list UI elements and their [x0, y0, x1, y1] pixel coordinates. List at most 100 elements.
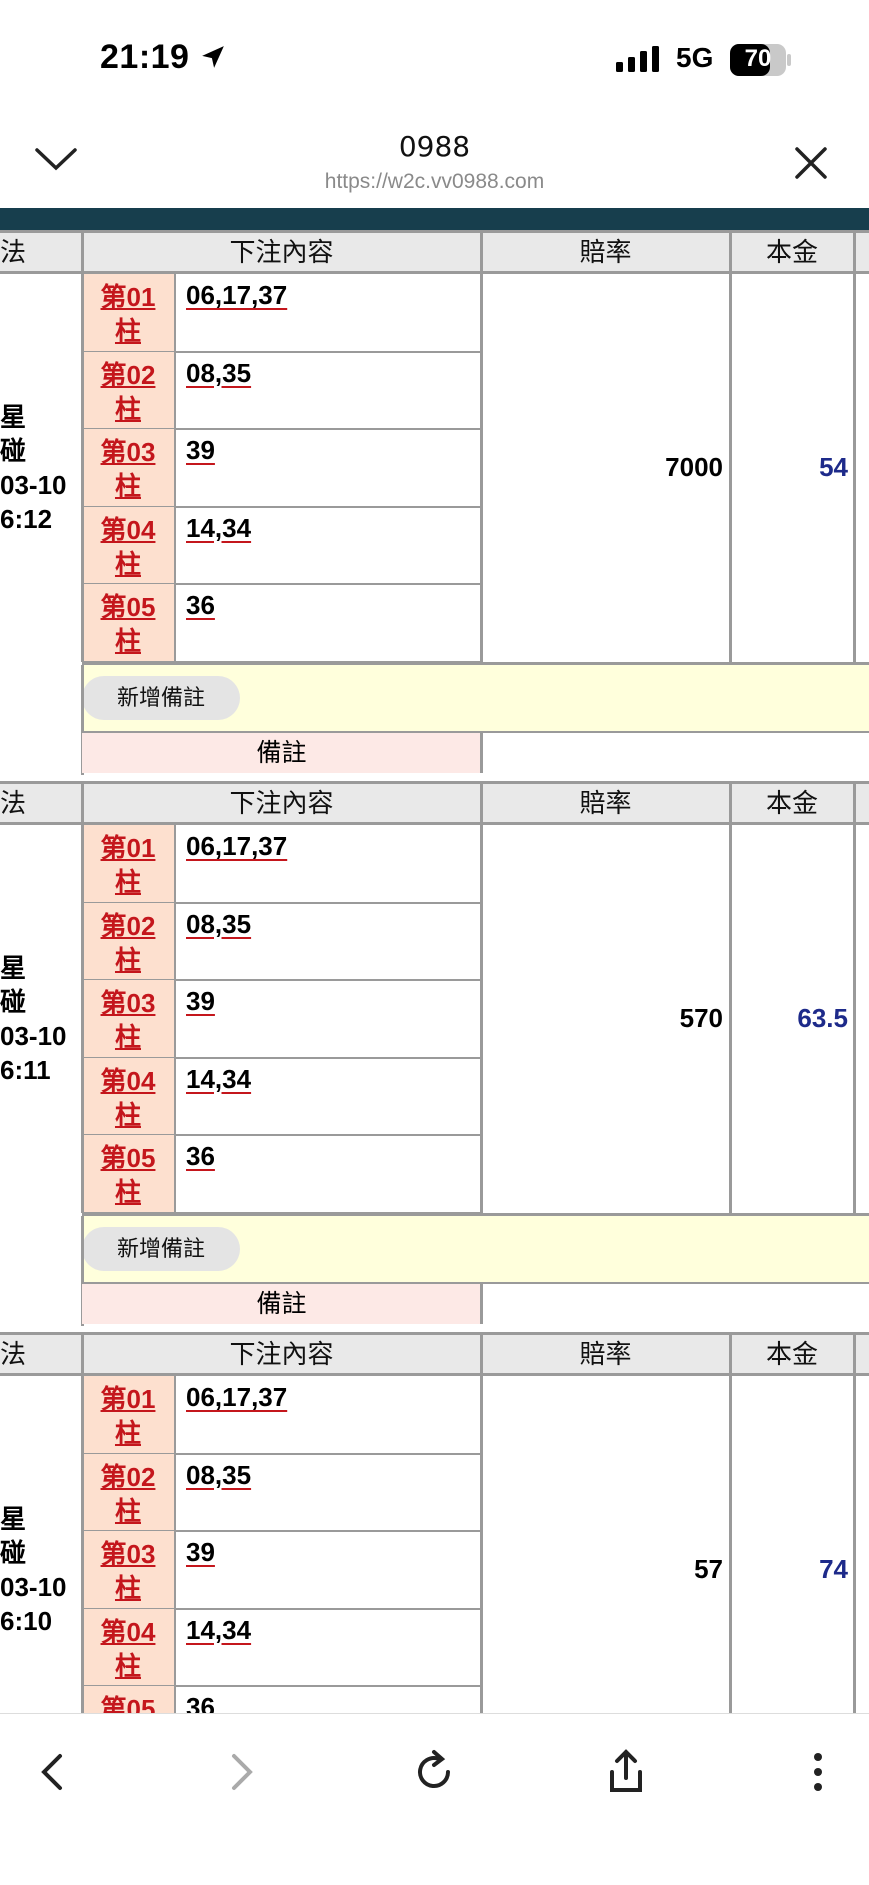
- bet-numbers[interactable]: 08,35: [186, 909, 251, 940]
- column-link[interactable]: 第04 柱: [82, 1064, 174, 1132]
- header-stake: 本金: [765, 237, 818, 267]
- column-label-b: 柱: [114, 1022, 141, 1052]
- bet-info-line: 星: [0, 952, 27, 983]
- column-link[interactable]: 第05 柱: [82, 1692, 174, 1713]
- column-label-a: 第04: [100, 1065, 156, 1096]
- bet-info: 星碰 03-10 6:11: [0, 951, 67, 1087]
- close-icon[interactable]: [794, 146, 828, 180]
- bet-info-line: 碰: [0, 986, 27, 1017]
- divider: [480, 1332, 483, 1376]
- column-link[interactable]: 第04 柱: [82, 513, 174, 581]
- column-link[interactable]: 第04 柱: [82, 1615, 174, 1683]
- bet-block: 法 下注內容 賠率 本金 第01 柱 06,17,37 第02 柱 08,35 …: [0, 781, 869, 1341]
- divider: [480, 732, 483, 773]
- bet-numbers[interactable]: 39: [186, 435, 215, 466]
- column-label-b: 柱: [114, 867, 141, 897]
- bet-numbers[interactable]: 08,35: [186, 358, 251, 389]
- divider: [729, 230, 732, 274]
- bet-numbers[interactable]: 36: [186, 1141, 215, 1172]
- bet-numbers[interactable]: 08,35: [186, 1460, 251, 1491]
- bet-info-line: 星: [0, 401, 27, 432]
- divider: [480, 1376, 483, 1713]
- remark-row: 備註: [82, 732, 481, 773]
- bet-numbers[interactable]: 14,34: [186, 513, 251, 544]
- divider: [480, 230, 483, 274]
- column-label-a: 第03: [100, 1539, 156, 1569]
- column-link[interactable]: 第02 柱: [82, 1460, 174, 1528]
- bet-info-line: 6:12: [0, 503, 53, 534]
- bet-numbers[interactable]: 39: [186, 1537, 215, 1568]
- bet-numbers[interactable]: 36: [186, 590, 215, 621]
- header-content: 下注內容: [229, 1339, 334, 1369]
- column-label-b: 柱: [114, 1418, 141, 1448]
- divider: [174, 274, 176, 662]
- bet-numbers[interactable]: 06,17,37: [186, 831, 287, 862]
- column-label-b: 柱: [114, 548, 141, 579]
- column-label-b: 柱: [114, 626, 141, 656]
- header-stake: 本金: [765, 788, 818, 818]
- divider: [81, 825, 84, 1213]
- divider: [480, 825, 483, 1213]
- status-bar: 21:19 5G 70: [0, 0, 869, 110]
- column-label-a: 第04: [100, 1616, 156, 1647]
- column-label-a: 第05: [100, 1143, 156, 1173]
- bet-numbers[interactable]: 36: [186, 1692, 215, 1713]
- header-method: 法: [0, 1339, 27, 1369]
- divider: [853, 781, 856, 825]
- column-label-b: 柱: [114, 1573, 141, 1603]
- page-url: https://w2c.vv0988.com: [324, 170, 545, 193]
- divider: [81, 1332, 84, 1376]
- column-label-a: 第01: [100, 282, 156, 312]
- column-label-b: 柱: [114, 1099, 141, 1130]
- forward-icon[interactable]: [214, 1744, 270, 1800]
- divider: [853, 274, 856, 662]
- bet-block: 法 下注內容 賠率 本金 第01 柱 06,17,37 第02 柱 08,35 …: [0, 1332, 869, 1713]
- remark-label: 備註: [256, 738, 307, 767]
- column-link[interactable]: 第01 柱: [82, 280, 174, 348]
- divider: [729, 781, 732, 825]
- bet-numbers[interactable]: 06,17,37: [186, 280, 287, 311]
- back-icon[interactable]: [24, 1744, 80, 1800]
- header-odds: 賠率: [579, 237, 632, 267]
- column-link[interactable]: 第03 柱: [82, 986, 174, 1054]
- odds-value: 57: [694, 1553, 723, 1584]
- column-label-a: 第01: [100, 833, 156, 863]
- share-icon[interactable]: [598, 1744, 654, 1800]
- divider: [729, 1332, 732, 1376]
- browser-toolbar: [0, 1713, 869, 1885]
- bet-numbers[interactable]: 14,34: [186, 1064, 251, 1095]
- bet-info-line: 6:10: [0, 1605, 53, 1636]
- bet-info-line: 6:11: [0, 1054, 51, 1085]
- stake-value: 74: [819, 1553, 848, 1584]
- reload-icon[interactable]: [406, 1744, 462, 1800]
- column-label-b: 柱: [114, 944, 141, 975]
- column-link[interactable]: 第05 柱: [82, 590, 174, 658]
- column-label-a: 第05: [100, 592, 156, 622]
- bet-numbers[interactable]: 06,17,37: [186, 1382, 287, 1413]
- table-header-row: 法 下注內容 賠率 本金: [0, 230, 869, 274]
- bet-numbers[interactable]: 39: [186, 986, 215, 1017]
- column-link[interactable]: 第02 柱: [82, 358, 174, 426]
- more-icon[interactable]: [790, 1744, 846, 1800]
- add-remark-button[interactable]: 新增備註: [82, 675, 240, 720]
- header-odds: 賠率: [579, 1339, 632, 1369]
- cellular-signal-icon: [616, 46, 659, 72]
- column-label-a: 第04: [100, 514, 156, 545]
- add-remark-button[interactable]: 新增備註: [82, 1226, 240, 1271]
- column-link[interactable]: 第02 柱: [82, 909, 174, 977]
- column-link[interactable]: 第03 柱: [82, 435, 174, 503]
- header-content: 下注內容: [229, 788, 334, 818]
- bet-block: 法 下注內容 賠率 本金 第01 柱 06,17,37 第02 柱 08,35 …: [0, 230, 869, 790]
- odds-value: 570: [679, 1002, 723, 1033]
- column-link[interactable]: 第01 柱: [82, 1382, 174, 1450]
- bet-info-line: 碰: [0, 435, 27, 466]
- column-label-b: 柱: [114, 471, 141, 501]
- column-link[interactable]: 第05 柱: [82, 1141, 174, 1209]
- table-header-row: 法 下注內容 賠率 本金: [0, 781, 869, 825]
- stake-value: 54: [819, 451, 848, 482]
- header-stake: 本金: [765, 1339, 818, 1369]
- column-link[interactable]: 第01 柱: [82, 831, 174, 899]
- column-label-b: 柱: [114, 393, 141, 424]
- bet-numbers[interactable]: 14,34: [186, 1615, 251, 1646]
- column-link[interactable]: 第03 柱: [82, 1537, 174, 1605]
